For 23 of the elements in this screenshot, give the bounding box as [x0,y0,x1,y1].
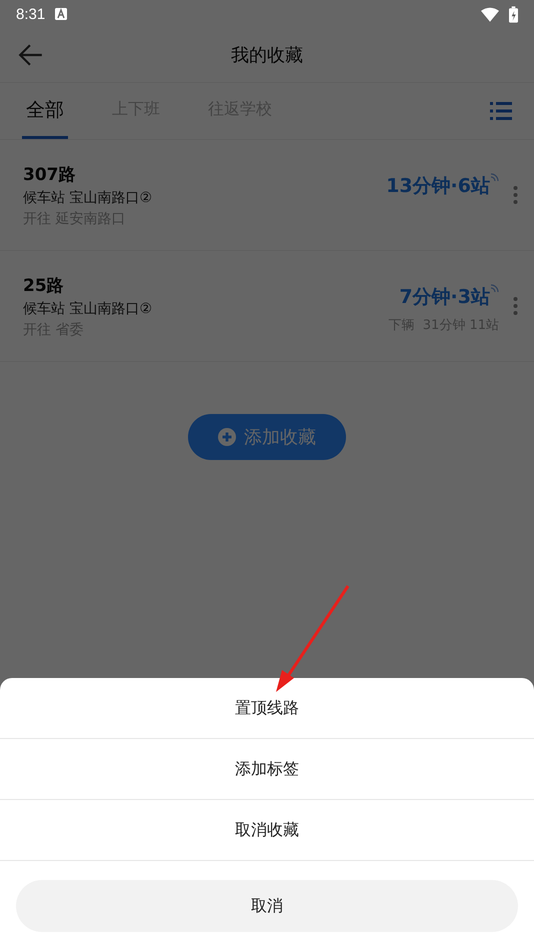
wifi-icon [481,6,499,22]
route-name: 307路 [23,164,76,186]
signal-icon [491,173,499,181]
signal-icon [491,284,499,292]
more-icon[interactable] [513,186,518,204]
tab[interactable]: 全部 [22,83,68,139]
more-icon[interactable] [513,297,518,315]
route-name: 25路 [23,274,65,296]
cancel-button[interactable]: 取消 [16,880,518,932]
page-title: 我的收藏 [231,44,303,67]
clock: 8:31 [16,6,46,22]
sheet-option[interactable]: 取消收藏 [0,800,534,861]
stop-name: 候车站 宝山南路口② [23,300,154,318]
list-icon[interactable] [490,102,512,120]
arrival-time: 13分钟·6站 [386,174,490,199]
notification-icon [55,8,68,20]
plus-icon [218,428,236,446]
battery-icon [509,6,518,22]
arrival-time: 7分钟·3站 [399,285,490,310]
back-icon[interactable] [18,42,44,68]
stop-name: 候车站 宝山南路口② [23,188,154,206]
add-favorite-button[interactable]: 添加收藏 [188,414,346,460]
sheet-option[interactable]: 添加标签 [0,739,534,800]
